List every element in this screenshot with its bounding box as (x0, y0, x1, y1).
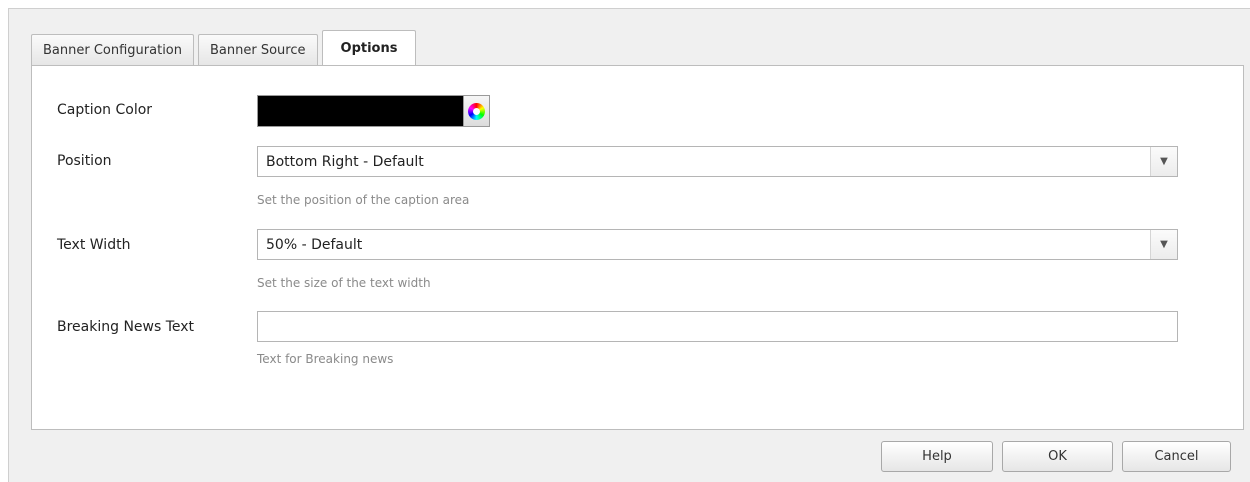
breaking-news-help-text: Text for Breaking news (257, 352, 394, 366)
tab-banner-source[interactable]: Banner Source (198, 34, 318, 65)
cancel-button[interactable]: Cancel (1122, 441, 1231, 472)
position-select[interactable]: Bottom Right - Default ▼ (257, 146, 1178, 177)
position-label: Position (57, 153, 112, 169)
options-dialog: Banner Configuration Banner Source Optio… (8, 8, 1250, 482)
help-button[interactable]: Help (881, 441, 993, 472)
position-help-text: Set the position of the caption area (257, 193, 470, 207)
caption-color-swatch[interactable] (257, 95, 465, 127)
text-width-label: Text Width (57, 237, 131, 253)
text-width-select[interactable]: 50% - Default ▼ (257, 229, 1178, 260)
text-width-selected-value: 50% - Default (266, 236, 363, 253)
text-width-help-text: Set the size of the text width (257, 276, 431, 290)
chevron-down-icon[interactable]: ▼ (1150, 230, 1177, 259)
tab-options[interactable]: Options (321, 30, 417, 66)
options-panel: Caption Color Position Bottom Right - De… (31, 65, 1244, 430)
breaking-news-label: Breaking News Text (57, 319, 195, 335)
color-wheel-icon (468, 102, 485, 120)
breaking-news-input[interactable] (257, 311, 1178, 342)
position-selected-value: Bottom Right - Default (266, 153, 424, 170)
tab-banner-configuration[interactable]: Banner Configuration (31, 34, 195, 65)
chevron-down-icon[interactable]: ▼ (1150, 147, 1177, 176)
caption-color-label: Caption Color (57, 102, 153, 118)
color-picker-button[interactable] (463, 95, 490, 127)
ok-button[interactable]: OK (1002, 441, 1113, 472)
tab-bar: Banner Configuration Banner Source Optio… (31, 28, 420, 66)
